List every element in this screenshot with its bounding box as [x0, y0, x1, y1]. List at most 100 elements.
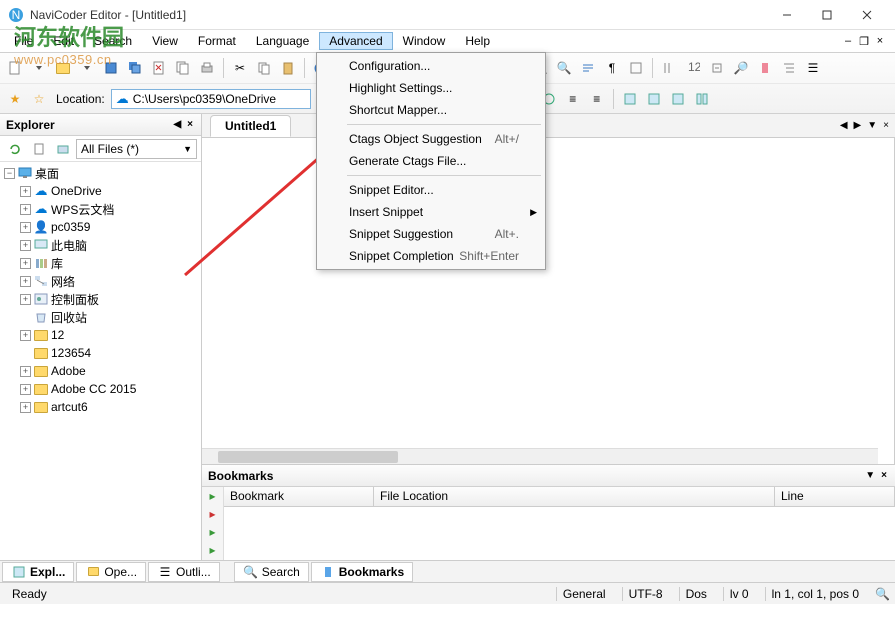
mdi-minimize-icon[interactable]: –: [841, 34, 855, 48]
tb2-btn[interactable]: ≡: [562, 88, 584, 110]
menu-item-shortcut-mapper[interactable]: Shortcut Mapper...: [319, 99, 543, 121]
expand-icon[interactable]: +: [20, 276, 31, 287]
menu-item-snippet-suggestion[interactable]: Snippet SuggestionAlt+.: [319, 223, 543, 245]
copy-button[interactable]: [253, 57, 275, 79]
panel-collapse-icon[interactable]: ▼: [863, 470, 877, 481]
file-filter-input[interactable]: All Files (*) ▼: [76, 139, 197, 159]
save-button[interactable]: [100, 57, 122, 79]
tab-next-icon[interactable]: ▶: [852, 120, 864, 131]
paste-button[interactable]: [277, 57, 299, 79]
document-tab-untitled1[interactable]: Untitled1: [210, 115, 291, 137]
tree-item-thispc[interactable]: +此电脑: [0, 236, 201, 254]
word-wrap-button[interactable]: [577, 57, 599, 79]
show-lineend-button[interactable]: [625, 57, 647, 79]
menu-search[interactable]: Search: [84, 32, 142, 50]
col-bookmark[interactable]: Bookmark: [224, 487, 374, 506]
bm-remove-icon[interactable]: ▸: [209, 507, 215, 521]
tab-list-icon[interactable]: ▼: [865, 120, 879, 131]
close-button[interactable]: [847, 1, 887, 29]
tb2-btn[interactable]: ≡: [586, 88, 608, 110]
bottom-tab-outline[interactable]: ☰Outli...: [148, 562, 220, 582]
print-button[interactable]: [196, 57, 218, 79]
tree-item-folder[interactable]: +12: [0, 326, 201, 344]
tree-item-onedrive[interactable]: +☁OneDrive: [0, 182, 201, 200]
zoom-out-button[interactable]: 🔍: [553, 57, 575, 79]
open-button[interactable]: [52, 57, 74, 79]
editor-canvas[interactable]: [202, 138, 895, 464]
tree-item-folder[interactable]: +artcut6: [0, 398, 201, 416]
bm-add-icon[interactable]: ▸: [209, 489, 215, 503]
zoom-icon[interactable]: 🔍: [875, 587, 889, 601]
menu-item-insert-snippet[interactable]: Insert Snippet▶: [319, 201, 543, 223]
maximize-button[interactable]: [807, 1, 847, 29]
menu-view[interactable]: View: [142, 32, 188, 50]
tree-item-folder[interactable]: 123654: [0, 344, 201, 362]
expand-icon[interactable]: +: [20, 258, 31, 269]
menu-format[interactable]: Format: [188, 32, 246, 50]
menu-item-generate-ctags[interactable]: Generate Ctags File...: [319, 150, 543, 172]
tree-item-wps[interactable]: +☁WPS云文档: [0, 200, 201, 218]
tab-close-icon[interactable]: ×: [881, 120, 891, 131]
menu-help[interactable]: Help: [455, 32, 500, 50]
tree-item-library[interactable]: +库: [0, 254, 201, 272]
minimize-button[interactable]: [767, 1, 807, 29]
favorite-button[interactable]: ★: [4, 88, 26, 110]
col-line[interactable]: Line: [775, 487, 895, 506]
menu-item-configuration[interactable]: Configuration...: [319, 55, 543, 77]
menu-edit[interactable]: Edit: [43, 32, 84, 50]
bm-prev-icon[interactable]: ▸: [209, 543, 215, 557]
tree-item-user[interactable]: +👤pc0359: [0, 218, 201, 236]
panel-collapse-icon[interactable]: ◀: [171, 119, 183, 130]
tree-item-folder[interactable]: +Adobe: [0, 362, 201, 380]
col-file-location[interactable]: File Location: [374, 487, 775, 506]
bm-next-icon[interactable]: ▸: [209, 525, 215, 539]
line-numbers-button[interactable]: 12: [682, 57, 704, 79]
panel-close-icon[interactable]: ×: [185, 119, 195, 130]
list-button[interactable]: ☰: [802, 57, 824, 79]
menu-advanced[interactable]: Advanced: [319, 32, 392, 50]
expand-icon[interactable]: +: [20, 366, 31, 377]
collapse-icon[interactable]: −: [4, 168, 15, 179]
expand-icon[interactable]: +: [20, 402, 31, 413]
bottom-tab-search[interactable]: 🔍Search: [234, 562, 309, 582]
close-all-button[interactable]: [172, 57, 194, 79]
fold-button[interactable]: [706, 57, 728, 79]
outline-panel-button[interactable]: [778, 57, 800, 79]
tree-item-recyclebin[interactable]: 回收站: [0, 308, 201, 326]
new-file-icon[interactable]: [28, 138, 50, 160]
expand-icon[interactable]: +: [20, 384, 31, 395]
panel-close-icon[interactable]: ×: [879, 470, 889, 481]
save-all-button[interactable]: [124, 57, 146, 79]
bottom-tab-explorer[interactable]: Expl...: [2, 562, 74, 582]
tb2-btn[interactable]: [691, 88, 713, 110]
tb2-btn[interactable]: [619, 88, 641, 110]
scrollbar-thumb[interactable]: [218, 451, 398, 463]
menu-item-highlight-settings[interactable]: Highlight Settings...: [319, 77, 543, 99]
menu-item-ctags-suggestion[interactable]: Ctags Object SuggestionAlt+/: [319, 128, 543, 150]
tree-item-network[interactable]: +网络: [0, 272, 201, 290]
new-file-button[interactable]: [4, 57, 26, 79]
menu-window[interactable]: Window: [393, 32, 456, 50]
cut-button[interactable]: ✂: [229, 57, 251, 79]
horizontal-scrollbar[interactable]: [202, 448, 878, 464]
menu-item-snippet-completion[interactable]: Snippet CompletionShift+Enter: [319, 245, 543, 267]
expand-icon[interactable]: +: [20, 222, 31, 233]
menu-item-snippet-editor[interactable]: Snippet Editor...: [319, 179, 543, 201]
mdi-restore-icon[interactable]: ❐: [857, 34, 871, 48]
tb2-btn[interactable]: [667, 88, 689, 110]
favorite-add-button[interactable]: ☆: [28, 88, 50, 110]
indent-guide-button[interactable]: [658, 57, 680, 79]
tree-root[interactable]: − 桌面: [0, 164, 201, 182]
mdi-close-icon[interactable]: ×: [873, 34, 887, 48]
expand-icon[interactable]: +: [20, 240, 31, 251]
tb2-btn[interactable]: [643, 88, 665, 110]
menu-file[interactable]: File: [4, 32, 43, 50]
menu-language[interactable]: Language: [246, 32, 319, 50]
sync-button[interactable]: [52, 138, 74, 160]
search-panel-button[interactable]: 🔎: [730, 57, 752, 79]
tab-prev-icon[interactable]: ◀: [838, 120, 850, 131]
expand-icon[interactable]: +: [20, 330, 31, 341]
show-whitespace-button[interactable]: ¶: [601, 57, 623, 79]
expand-icon[interactable]: +: [20, 186, 31, 197]
refresh-button[interactable]: [4, 138, 26, 160]
